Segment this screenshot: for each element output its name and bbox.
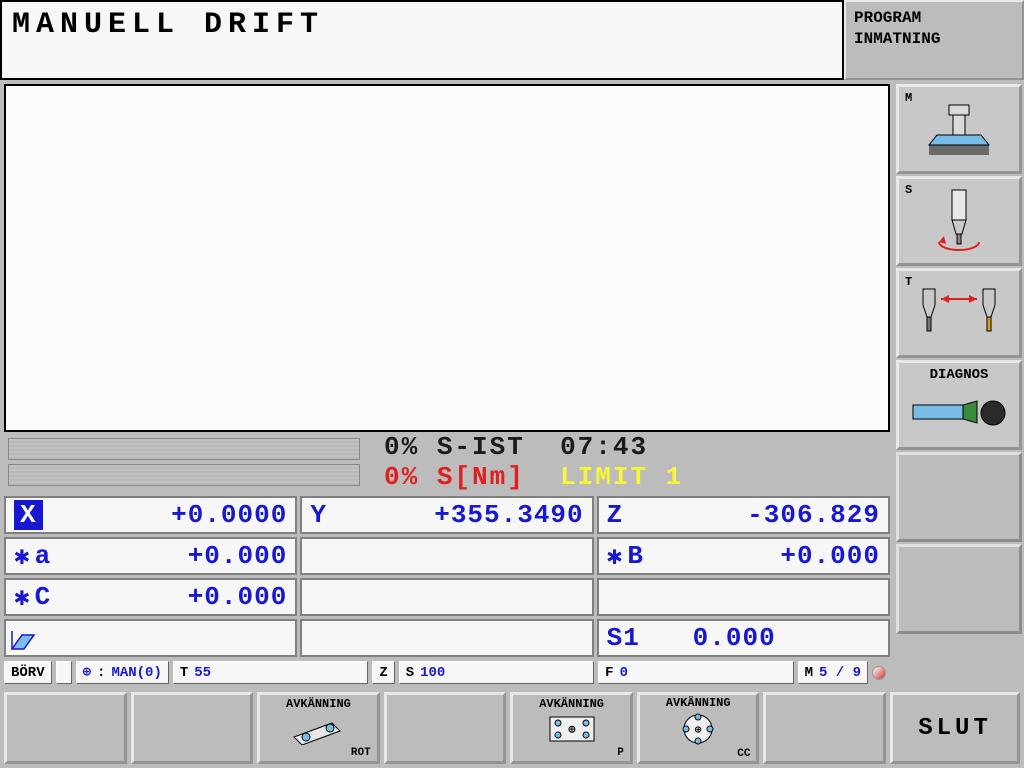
stat-z: Z xyxy=(372,661,394,684)
side-empty-1[interactable] xyxy=(896,452,1022,542)
s-nm-pct: 0% xyxy=(384,462,419,492)
stat-f: F0 xyxy=(598,661,793,684)
softkey-probe-cc[interactable]: AVKÄNNING ⊕ CC xyxy=(637,692,760,764)
axis-x[interactable]: X +0.0000 xyxy=(4,496,297,534)
s1-value: 0.000 xyxy=(663,623,880,653)
axis-empty-4 xyxy=(300,619,593,657)
softkey-4[interactable] xyxy=(384,692,507,764)
axis-c[interactable]: ✱C +0.000 xyxy=(4,578,297,616)
stat-blank xyxy=(56,661,72,684)
machine-icon xyxy=(919,99,999,159)
star-icon: ✱ xyxy=(14,582,31,613)
axis-y[interactable]: Y +355.3490 xyxy=(300,496,593,534)
axis-c-value: +0.000 xyxy=(70,582,287,612)
side-diagnos-label: DIAGNOS xyxy=(903,367,1015,383)
softkey-1[interactable] xyxy=(4,692,127,764)
axis-b[interactable]: ✱B +0.000 xyxy=(597,537,890,575)
side-s-label: S xyxy=(905,183,912,197)
stat-s: S100 xyxy=(399,661,594,684)
star-icon: ✱ xyxy=(14,541,31,572)
axis-y-value: +355.3490 xyxy=(366,500,583,530)
axis-empty-3 xyxy=(597,578,890,616)
status-row: BÖRV ⊕:MAN(0) T55 Z S100 F0 M5 / 9 xyxy=(4,661,890,684)
plane-icon-cell[interactable] xyxy=(4,619,297,657)
mode-line2: INMATNING xyxy=(854,29,1014,50)
softkey-probe-cc-title: AVKÄNNING xyxy=(666,696,731,710)
softkey-probe-p-title: AVKÄNNING xyxy=(539,697,604,711)
stat-t: T55 xyxy=(173,661,368,684)
spindle-icon xyxy=(924,186,994,256)
plane-icon xyxy=(10,625,36,651)
page-title: MANUELL DRIFT xyxy=(0,0,844,80)
side-empty-2[interactable] xyxy=(896,544,1022,634)
axis-empty-2 xyxy=(300,578,593,616)
softkey-end[interactable]: SLUT xyxy=(890,692,1020,764)
svg-text:⊕: ⊕ xyxy=(695,725,702,737)
probe-p-icon: ⊕ xyxy=(546,713,598,745)
svg-text:⊕: ⊕ xyxy=(568,723,576,737)
side-t-label: T xyxy=(905,275,912,289)
stat-borv: BÖRV xyxy=(4,661,52,684)
axis-b-value: +0.000 xyxy=(663,541,880,571)
axis-z-value: -306.829 xyxy=(663,500,880,530)
diagnostics-icon xyxy=(909,395,1009,431)
s-ist-time: 07:43 xyxy=(560,432,648,462)
softkey-probe-rot-sub: ROT xyxy=(351,747,377,759)
side-diagnos-button[interactable]: DIAGNOS xyxy=(896,360,1022,450)
status-strip: 0% S-IST 07:43 0% S[Nm] LIMIT 1 xyxy=(4,432,890,492)
softkey-probe-rot[interactable]: AVKÄNNING ROT xyxy=(257,692,380,764)
axis-empty-1 xyxy=(300,537,593,575)
side-t-button[interactable]: T xyxy=(896,268,1022,358)
s-ist-pct: 0% xyxy=(384,432,419,462)
s-ist-label: S-IST xyxy=(437,432,525,462)
side-m-label: M xyxy=(905,91,912,105)
softkey-probe-rot-title: AVKÄNNING xyxy=(286,697,351,711)
axis-z[interactable]: Z -306.829 xyxy=(597,496,890,534)
toolchange-icon xyxy=(909,283,1009,343)
s-nm-label: S[Nm] xyxy=(437,462,525,492)
stat-m: M5 / 9 xyxy=(798,661,868,684)
axis-x-value: +0.0000 xyxy=(43,500,288,530)
star-icon: ✱ xyxy=(607,541,624,572)
target-icon: ⊕ xyxy=(83,664,91,681)
graphics-viewport xyxy=(4,84,890,432)
probe-rot-icon xyxy=(288,713,348,745)
load-bar-2 xyxy=(8,464,360,486)
mode-line1: PROGRAM xyxy=(854,8,1014,29)
spindle-s1[interactable]: S1 0.000 xyxy=(597,619,890,657)
softkey-probe-cc-sub: CC xyxy=(737,748,756,760)
load-bar-1 xyxy=(8,438,360,460)
side-s-button[interactable]: S xyxy=(896,176,1022,266)
softkey-7[interactable] xyxy=(763,692,886,764)
stat-man: ⊕:MAN(0) xyxy=(76,661,169,684)
softkey-2[interactable] xyxy=(131,692,254,764)
side-m-button[interactable]: M xyxy=(896,84,1022,174)
axis-x-label: X xyxy=(14,500,43,530)
corner-indicator-icon xyxy=(872,666,886,680)
softkey-probe-p[interactable]: AVKÄNNING ⊕ P xyxy=(510,692,633,764)
axis-a[interactable]: ✱a +0.000 xyxy=(4,537,297,575)
axis-readout: X +0.0000 Y +355.3490 Z -306.829 ✱a +0.0… xyxy=(4,496,890,657)
mode-indicator: PROGRAM INMATNING xyxy=(844,0,1024,80)
axis-y-label: Y xyxy=(310,500,366,530)
probe-cc-icon: ⊕ xyxy=(675,712,721,746)
s1-label: S1 xyxy=(607,623,663,653)
softkey-probe-p-sub: P xyxy=(617,747,630,759)
limit-label: LIMIT 1 xyxy=(560,462,683,492)
axis-z-label: Z xyxy=(607,500,663,530)
axis-a-value: +0.000 xyxy=(70,541,287,571)
